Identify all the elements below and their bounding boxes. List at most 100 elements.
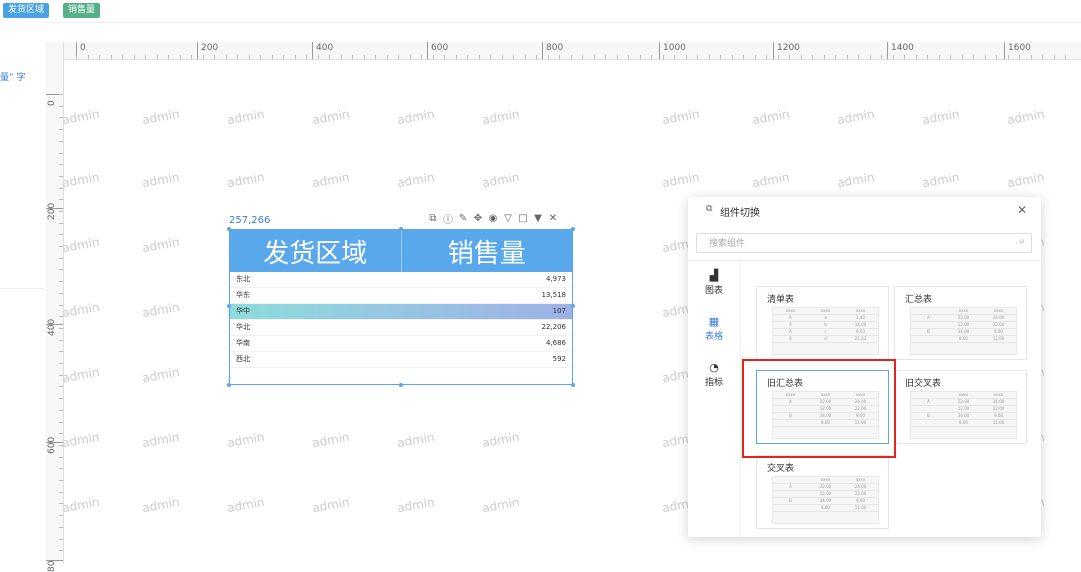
tab-chart[interactable]: ▟ 图表 — [688, 269, 740, 309]
ruler-tick — [548, 55, 549, 59]
ruler-tick — [59, 211, 63, 212]
region-cell: 华东 — [236, 291, 250, 299]
ruler-tick — [59, 386, 63, 387]
resize-handle[interactable] — [571, 227, 575, 231]
card-cross-table[interactable]: 交叉表 xxxx xxxx A 22.00 24.00 12.00 22.00 B 34.… — [756, 455, 889, 529]
ruler-tick — [59, 340, 63, 341]
sales-cell: 22,206 — [541, 323, 567, 331]
header-sales[interactable]: 销售量 — [402, 230, 573, 272]
selection-highlight — [742, 359, 896, 458]
caret-icon[interactable]: ▼ — [533, 213, 543, 224]
ruler-tick — [59, 422, 63, 423]
resize-handle[interactable] — [399, 383, 403, 387]
search-icon[interactable]: ⌕ — [1019, 236, 1025, 247]
field-tag-region[interactable]: 发货区域 — [3, 3, 50, 18]
tab-table[interactable]: ▦ 表格 — [688, 315, 740, 355]
watermark-text: admin — [481, 106, 521, 128]
ruler-tick — [617, 55, 618, 59]
ruler-tick — [881, 55, 882, 59]
watermark-text: admin — [61, 429, 101, 451]
ruler-tick — [59, 234, 63, 235]
ruler-tick — [490, 55, 491, 59]
resize-handle[interactable] — [227, 383, 231, 387]
ruler-tick — [732, 55, 733, 59]
watermark-text: admin — [1006, 169, 1046, 191]
resize-handle[interactable] — [571, 304, 575, 308]
ruler-tick — [743, 55, 744, 59]
ruler-tick — [651, 55, 652, 59]
ruler-tick — [502, 55, 503, 59]
card-preview: xxxx xxxx A 22.00 24.00 12.00 22.00 B 34.00 9.… — [910, 307, 1017, 355]
box-icon[interactable]: □ — [518, 213, 528, 224]
link-icon[interactable]: ⧉ — [428, 213, 438, 224]
ruler-label: 400 — [47, 318, 57, 336]
ruler-tick — [456, 55, 457, 59]
resize-handle[interactable] — [399, 227, 403, 231]
card-preview: xxxx xxxx xxxx Aa 1.43 Ab 14.00 Ac 9.03 Ad 21.… — [772, 307, 879, 355]
card-old-cross-table[interactable]: 旧交叉表 xxxx xxxx A 22.00 24.00 12.00 22.00 B 34… — [894, 370, 1027, 444]
ruler-tick — [203, 55, 204, 59]
ruler-tick — [59, 410, 63, 411]
eye-icon[interactable]: ◉ — [488, 213, 498, 224]
move-icon[interactable]: ✥ — [473, 213, 483, 224]
info-icon[interactable]: ⓘ — [443, 211, 453, 226]
ruler-tick — [950, 55, 951, 59]
table-header: 发货区域 销售量 — [230, 230, 572, 272]
watermark-text: admin — [396, 169, 436, 191]
ruler-tick — [542, 42, 543, 59]
ruler-tick — [59, 457, 63, 458]
ruler-tick — [318, 55, 319, 59]
table-icon: ▦ — [708, 315, 720, 328]
ruler-tick — [59, 106, 63, 107]
field-tag-bar: 发货区域 销售量 — [0, 0, 1081, 23]
ruler-tick — [352, 55, 353, 59]
ruler-tick — [295, 55, 296, 59]
ruler-tick — [571, 55, 572, 59]
ruler-tick — [46, 324, 63, 325]
close-icon[interactable]: ✕ — [1017, 203, 1027, 217]
ruler-tick — [773, 42, 774, 59]
ruler-tick — [1031, 55, 1032, 59]
ruler-tick — [801, 55, 802, 59]
ruler-tick — [88, 55, 89, 59]
ruler-tick — [46, 208, 63, 209]
close-icon[interactable]: ✕ — [548, 213, 558, 224]
resize-handle[interactable] — [571, 383, 575, 387]
ruler-tick — [59, 164, 63, 165]
field-tag-sales[interactable]: 销售量 — [63, 3, 101, 18]
ruler-tick — [59, 223, 63, 224]
watermark-text: admin — [61, 364, 101, 386]
ruler-label: 800 — [546, 43, 564, 53]
ruler-tick — [663, 55, 664, 59]
ruler-label: 400 — [316, 43, 334, 53]
ruler-tick — [674, 55, 675, 59]
resize-handle[interactable] — [227, 227, 231, 231]
ruler-tick — [939, 55, 940, 59]
sales-cell: 4,973 — [545, 275, 566, 283]
card-summary-table[interactable]: 汇总表 xxxx xxxx A 22.00 24.00 12.00 22.00 B 34.… — [894, 286, 1027, 360]
card-list-table[interactable]: 清单表 xxxx xxxx xxxx Aa 1.43 Ab 14.00 Ac 9.03 A… — [756, 286, 889, 360]
ruler-label: 200 — [47, 202, 57, 220]
ruler-tick — [59, 515, 63, 516]
ruler-tick — [720, 55, 721, 59]
ruler-tick — [628, 55, 629, 59]
watermark-text: admin — [141, 169, 181, 191]
ruler-label: 1000 — [663, 43, 686, 53]
brush-icon[interactable]: ✎ — [458, 213, 468, 224]
filter-icon[interactable]: ▽ — [503, 213, 513, 224]
watermark-text: admin — [481, 494, 521, 516]
header-region[interactable]: 发货区域 — [230, 230, 402, 272]
ruler-tick — [191, 55, 192, 59]
ruler-tick — [1019, 55, 1020, 59]
resize-handle[interactable] — [227, 304, 231, 308]
summary-table-component[interactable]: 发货区域 销售量 东北 4,973 华东 13,518 华中 107 华北 22,206… — [227, 227, 575, 387]
tab-indicator[interactable]: ◔ 指标 — [688, 361, 740, 401]
ruler-tick — [59, 293, 63, 294]
search-input[interactable] — [707, 236, 1011, 252]
ruler-tick — [870, 55, 871, 59]
ruler-tick — [858, 55, 859, 59]
ruler-tick — [59, 527, 63, 528]
watermark-text: admin — [751, 106, 791, 128]
ruler-tick — [444, 55, 445, 59]
tab-label: 表格 — [704, 332, 723, 342]
